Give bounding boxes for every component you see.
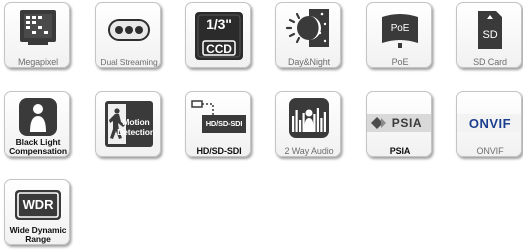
megapixel-label: Megapixel <box>17 57 59 67</box>
motion-detection-tile: Motion Detection <box>95 91 161 157</box>
wdr-label: Wide Dynamic Range <box>5 226 69 244</box>
dual-streaming-tile: Dual Streaming <box>95 2 161 68</box>
psia-tile: PSIA PSIA <box>366 91 432 157</box>
hd-sd-sdi-tile: HD/SD-SDI HD/SD-SDI <box>185 91 251 157</box>
two-way-audio-tile: 2 Way Audio <box>275 91 341 157</box>
dual-streaming-label: Dual Streaming <box>100 57 158 67</box>
ccd-tile: 1/3" CCD <box>185 2 251 68</box>
backlight-label-line2: Compensation <box>9 145 67 156</box>
onvif-logo-text: ONVIF <box>468 116 512 131</box>
backlight-compensation-label: Black Light Compensation <box>5 138 69 156</box>
ccd-size-text: 1/3" <box>206 16 232 32</box>
psia-logo-text: PSIA <box>391 116 423 130</box>
poe-badge-text: PoE <box>390 23 410 34</box>
psia-label: PSIA <box>389 146 411 156</box>
day-night-label: Day&Night <box>287 57 331 67</box>
day-night-tile: Day&Night <box>275 2 341 68</box>
sd-card-tile: SD SD Card <box>456 2 522 68</box>
backlight-compensation-tile: Black Light Compensation <box>4 91 70 157</box>
motion-detection-badge: Motion Detection <box>110 117 160 137</box>
motion-badge-line1: Motion <box>122 117 150 127</box>
poe-label: PoE <box>391 57 409 67</box>
wdr-badge-text: WDR <box>22 197 54 212</box>
wdr-tile: WDR Wide Dynamic Range <box>4 179 70 245</box>
megapixel-tile: Megapixel <box>4 2 70 68</box>
onvif-label: ONVIF <box>476 146 504 156</box>
poe-tile: PoE PoE <box>366 2 432 68</box>
sd-card-label: SD Card <box>473 57 507 67</box>
two-way-audio-label: 2 Way Audio <box>284 146 334 156</box>
sd-card-badge-text: SD <box>482 29 498 41</box>
wdr-label-line2: Range <box>25 233 51 244</box>
ccd-label: CCD <box>206 42 232 56</box>
onvif-tile: ONVIF ONVIF <box>456 91 522 157</box>
motion-badge-line2: Detection <box>117 127 155 137</box>
hd-sd-sdi-label: HD/SD-SDI <box>196 146 242 156</box>
hd-sd-sdi-badge-text: HD/SD-SDI <box>205 119 243 128</box>
ccd-chip-icon <box>195 12 243 60</box>
